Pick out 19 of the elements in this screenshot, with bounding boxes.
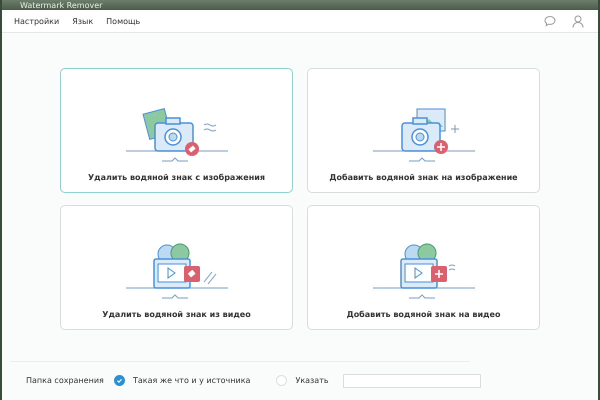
card-label: Удалить водяной знак с изображения	[88, 173, 265, 182]
menu-item[interactable]: Помощь	[106, 16, 140, 26]
option-card[interactable]: Добавить водяной знак на изображение	[307, 68, 540, 193]
option-card[interactable]: Удалить водяной знак из видео	[60, 205, 293, 330]
chat-bubble-icon[interactable]	[544, 15, 556, 27]
card-label: Добавить водяной знак на видео	[346, 310, 500, 319]
user-icon[interactable]	[572, 14, 584, 28]
card-label: Удалить водяной знак из видео	[102, 310, 251, 319]
radio-button[interactable]	[114, 375, 125, 386]
option-card[interactable]: Удалить водяной знак с изображения	[60, 68, 293, 193]
radio-label[interactable]: Такая же что и у источника	[133, 376, 250, 385]
radio-label[interactable]: Указать	[295, 376, 329, 385]
menu-item[interactable]: Язык	[72, 16, 94, 26]
window-title: Watermark Remover	[20, 0, 102, 10]
folder-path-field[interactable]	[342, 374, 481, 388]
save-folder-label: Папка сохранения	[26, 376, 105, 385]
option-card[interactable]: Добавить водяной знак на видео	[307, 205, 540, 330]
card-label: Добавить водяной знак на изображение	[329, 173, 518, 182]
menu-item[interactable]: Настройки	[14, 16, 60, 26]
